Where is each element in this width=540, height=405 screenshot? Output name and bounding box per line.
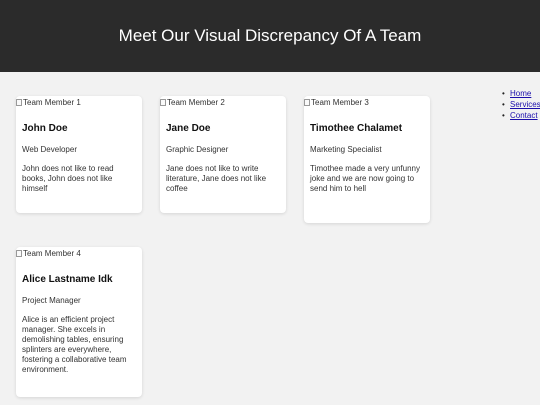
nav-item-home: Home xyxy=(501,88,540,99)
member-description: Timothee made a very unfunny joke and we… xyxy=(310,164,420,193)
member-name: Alice Lastname Idk xyxy=(22,274,113,285)
team-member-image: Team Member 4 xyxy=(16,247,142,259)
member-description: Alice is an efficient project manager. S… xyxy=(22,315,127,374)
team-card-2: Team Member 2 Jane Doe Graphic Designer … xyxy=(160,96,286,213)
image-alt-text: Team Member 2 xyxy=(167,97,225,107)
broken-image-icon xyxy=(160,98,166,106)
image-alt-text: Team Member 1 xyxy=(23,97,81,107)
team-member-image: Team Member 3 xyxy=(304,96,430,108)
member-description: Jane does not like to write literature, … xyxy=(166,164,267,193)
page-title: Meet Our Visual Discrepancy Of A Team xyxy=(118,26,422,45)
member-role: Web Developer xyxy=(22,145,77,154)
nav-list: Home Services Contact xyxy=(501,88,540,121)
member-name: Timothee Chalamet xyxy=(310,123,403,134)
nav-link-home[interactable]: Home xyxy=(510,89,531,98)
team-card-1: Team Member 1 John Doe Web Developer Joh… xyxy=(16,96,142,213)
member-role: Project Manager xyxy=(22,296,81,305)
image-alt-text: Team Member 4 xyxy=(23,248,81,258)
team-member-image: Team Member 1 xyxy=(16,96,142,108)
member-role: Marketing Specialist xyxy=(310,145,382,154)
broken-image-icon xyxy=(304,98,310,106)
member-description: John does not like to read books, John d… xyxy=(22,164,114,193)
nav-link-services[interactable]: Services xyxy=(510,100,540,109)
nav-item-contact: Contact xyxy=(501,110,540,121)
team-card-4: Team Member 4 Alice Lastname Idk Project… xyxy=(16,247,142,397)
broken-image-icon xyxy=(16,249,22,257)
team-card-3: Team Member 3 Timothee Chalamet Marketin… xyxy=(304,96,430,223)
page-header: Meet Our Visual Discrepancy Of A Team xyxy=(0,0,540,72)
nav-link-contact[interactable]: Contact xyxy=(510,111,538,120)
member-name: John Doe xyxy=(22,123,68,134)
broken-image-icon xyxy=(16,98,22,106)
member-name: Jane Doe xyxy=(166,123,211,134)
nav-item-services: Services xyxy=(501,99,540,110)
team-member-image: Team Member 2 xyxy=(160,96,286,108)
image-alt-text: Team Member 3 xyxy=(311,97,369,107)
member-role: Graphic Designer xyxy=(166,145,229,154)
